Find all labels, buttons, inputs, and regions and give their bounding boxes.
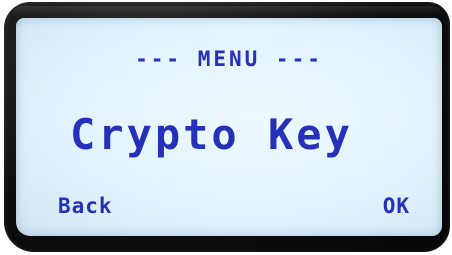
device-bezel: --- MENU --- Crypto Key Back OK — [4, 2, 450, 252]
ok-softkey[interactable]: OK — [383, 196, 410, 217]
menu-item-crypto-key[interactable]: Crypto Key — [70, 114, 353, 156]
lcd-screen: --- MENU --- Crypto Key Back OK — [16, 18, 442, 236]
menu-title: --- MENU --- — [135, 47, 323, 71]
back-softkey[interactable]: Back — [58, 196, 113, 217]
